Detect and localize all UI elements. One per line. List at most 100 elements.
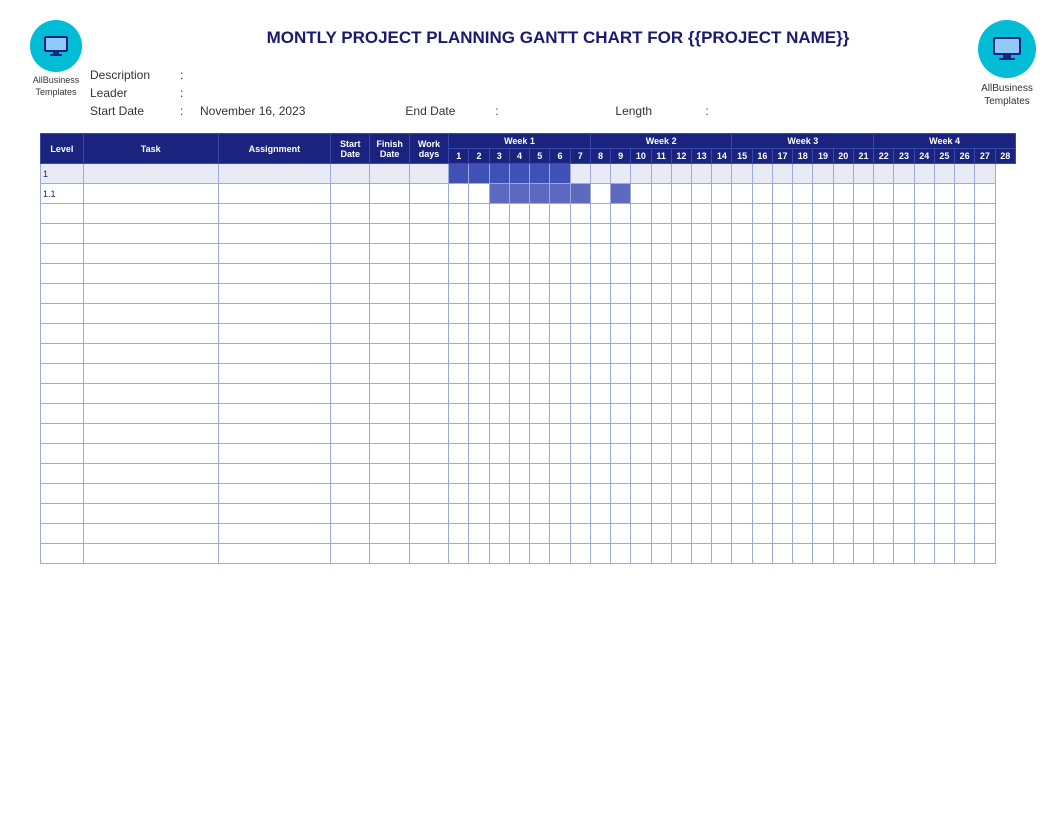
cell-finish-date bbox=[370, 404, 409, 424]
cell-day-5 bbox=[530, 224, 550, 244]
cell-work-days bbox=[409, 544, 448, 564]
cell-day-1 bbox=[449, 404, 469, 424]
cell-day-3 bbox=[489, 504, 509, 524]
cell-day-5 bbox=[530, 544, 550, 564]
cell-level bbox=[41, 324, 84, 344]
cell-finish-date bbox=[370, 304, 409, 324]
cell-day-20 bbox=[833, 504, 853, 524]
cell-day-21 bbox=[853, 164, 873, 184]
cell-day-6 bbox=[550, 484, 570, 504]
cell-day-2 bbox=[469, 264, 489, 284]
cell-day-11 bbox=[651, 204, 671, 224]
cell-day-2 bbox=[469, 524, 489, 544]
leader-row: Leader : bbox=[90, 86, 1026, 100]
cell-day-4 bbox=[509, 324, 529, 344]
cell-day-14 bbox=[712, 264, 732, 284]
cell-day-11 bbox=[651, 184, 671, 204]
day-header-15: 15 bbox=[732, 149, 752, 164]
cell-day-2 bbox=[469, 344, 489, 364]
cell-start-date bbox=[331, 324, 370, 344]
cell-assignment bbox=[218, 164, 330, 184]
cell-assignment bbox=[218, 224, 330, 244]
logo-left-circle bbox=[30, 20, 82, 72]
cell-level bbox=[41, 344, 84, 364]
cell-day-18 bbox=[793, 244, 813, 264]
cell-day-22 bbox=[874, 184, 894, 204]
cell-day-3 bbox=[489, 324, 509, 344]
cell-day-26 bbox=[955, 424, 975, 444]
cell-day-15 bbox=[732, 284, 752, 304]
cell-level bbox=[41, 424, 84, 444]
cell-task bbox=[83, 184, 218, 204]
cell-day-26 bbox=[955, 404, 975, 424]
cell-day-6 bbox=[550, 164, 570, 184]
cell-day-25 bbox=[934, 204, 954, 224]
cell-day-26 bbox=[955, 484, 975, 504]
cell-work-days bbox=[409, 404, 448, 424]
day-header-16: 16 bbox=[752, 149, 772, 164]
description-label: Description bbox=[90, 68, 180, 82]
cell-finish-date bbox=[370, 544, 409, 564]
cell-day-4 bbox=[509, 404, 529, 424]
cell-day-24 bbox=[914, 204, 934, 224]
cell-start-date bbox=[331, 484, 370, 504]
cell-start-date bbox=[331, 404, 370, 424]
cell-work-days bbox=[409, 504, 448, 524]
cell-day-9 bbox=[611, 404, 631, 424]
cell-day-8 bbox=[590, 504, 610, 524]
day-header-21: 21 bbox=[853, 149, 873, 164]
cell-day-27 bbox=[975, 384, 995, 404]
cell-day-12 bbox=[671, 284, 691, 304]
cell-assignment bbox=[218, 264, 330, 284]
cell-day-23 bbox=[894, 204, 914, 224]
cell-day-11 bbox=[651, 264, 671, 284]
day-header-18: 18 bbox=[793, 149, 813, 164]
day-header-23: 23 bbox=[894, 149, 914, 164]
cell-day-18 bbox=[793, 184, 813, 204]
cell-day-19 bbox=[813, 544, 833, 564]
cell-day-16 bbox=[752, 424, 772, 444]
cell-day-25 bbox=[934, 524, 954, 544]
cell-day-9 bbox=[611, 164, 631, 184]
col-assignment: Assignment bbox=[218, 134, 330, 164]
cell-day-24 bbox=[914, 324, 934, 344]
cell-level bbox=[41, 504, 84, 524]
cell-day-3 bbox=[489, 304, 509, 324]
cell-day-4 bbox=[509, 444, 529, 464]
cell-day-3 bbox=[489, 484, 509, 504]
cell-task bbox=[83, 504, 218, 524]
cell-day-15 bbox=[732, 504, 752, 524]
cell-day-7 bbox=[570, 284, 590, 304]
cell-day-11 bbox=[651, 524, 671, 544]
cell-day-18 bbox=[793, 264, 813, 284]
cell-day-18 bbox=[793, 484, 813, 504]
cell-day-18 bbox=[793, 344, 813, 364]
cell-day-11 bbox=[651, 164, 671, 184]
cell-day-14 bbox=[712, 384, 732, 404]
cell-assignment bbox=[218, 444, 330, 464]
cell-day-7 bbox=[570, 164, 590, 184]
cell-day-26 bbox=[955, 464, 975, 484]
cell-day-10 bbox=[631, 504, 651, 524]
cell-day-19 bbox=[813, 404, 833, 424]
cell-day-19 bbox=[813, 264, 833, 284]
cell-day-17 bbox=[772, 204, 792, 224]
day-header-25: 25 bbox=[934, 149, 954, 164]
cell-assignment bbox=[218, 344, 330, 364]
cell-day-22 bbox=[874, 164, 894, 184]
cell-day-1 bbox=[449, 504, 469, 524]
cell-day-16 bbox=[752, 444, 772, 464]
cell-task bbox=[83, 364, 218, 384]
cell-day-11 bbox=[651, 404, 671, 424]
cell-finish-date bbox=[370, 384, 409, 404]
cell-day-6 bbox=[550, 304, 570, 324]
cell-finish-date bbox=[370, 264, 409, 284]
cell-assignment bbox=[218, 284, 330, 304]
cell-day-19 bbox=[813, 524, 833, 544]
cell-finish-date bbox=[370, 164, 409, 184]
cell-day-8 bbox=[590, 364, 610, 384]
cell-start-date bbox=[331, 164, 370, 184]
cell-day-27 bbox=[975, 284, 995, 304]
cell-day-6 bbox=[550, 504, 570, 524]
cell-work-days bbox=[409, 184, 448, 204]
